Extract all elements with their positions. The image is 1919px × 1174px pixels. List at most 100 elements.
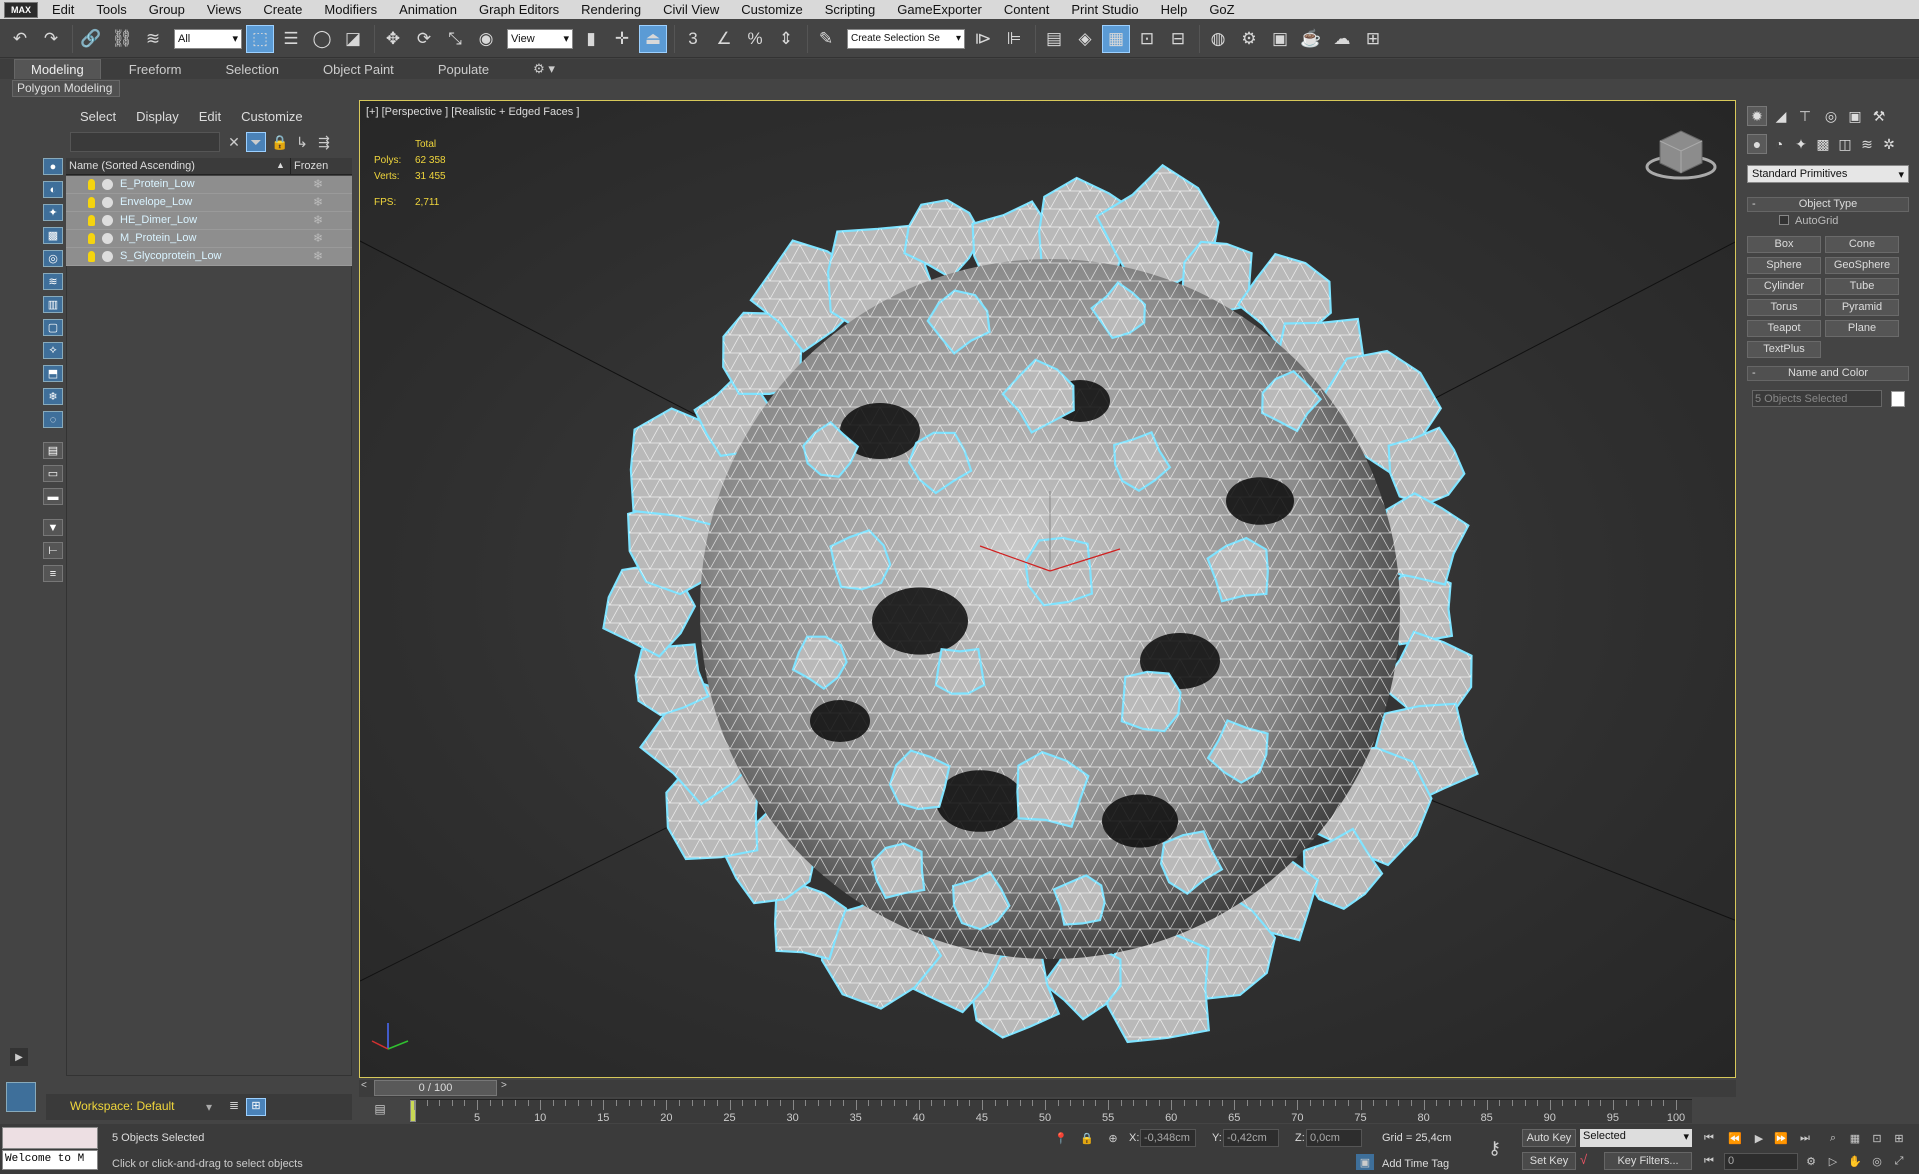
helpers-icon[interactable]: ◫	[1835, 134, 1855, 154]
time-configuration-icon[interactable]: ⚙	[1802, 1153, 1820, 1169]
filter-icon[interactable]: ▼	[43, 519, 63, 536]
frozen-snowflake-icon[interactable]: ❄	[313, 213, 323, 227]
material-editor-icon[interactable]: ◍	[1204, 25, 1232, 53]
menu-views[interactable]: Views	[207, 2, 241, 17]
spinner-snap-icon[interactable]: ⇕	[772, 25, 800, 53]
cameras-icon[interactable]: ▩	[1813, 134, 1833, 154]
explorer-menu-customize[interactable]: Customize	[241, 109, 302, 124]
display-shapes-icon[interactable]: ◐	[43, 181, 63, 198]
layers-icon[interactable]: ≡	[43, 565, 63, 582]
tab-populate[interactable]: Populate	[422, 60, 505, 79]
shapes-icon[interactable]: ◔	[1769, 134, 1789, 154]
frozen-snowflake-icon[interactable]: ❄	[313, 177, 323, 191]
display-bones-icon[interactable]: ⟡	[43, 342, 63, 359]
go-to-start-icon[interactable]: ⏮	[1700, 1130, 1718, 1146]
list-item[interactable]: Envelope_Low ❄	[66, 194, 352, 212]
torus-button[interactable]: Torus	[1747, 299, 1821, 316]
go-to-end-icon[interactable]: ⏭	[1796, 1130, 1814, 1146]
display-tab-icon[interactable]: ▣	[1845, 106, 1865, 126]
menu-animation[interactable]: Animation	[399, 2, 457, 17]
selection-filter-dropdown[interactable]: All ▾	[174, 28, 242, 49]
rendered-frame-window-icon[interactable]: ▣	[1266, 25, 1294, 53]
undo-icon[interactable]: ↶	[6, 25, 34, 53]
menu-modifiers[interactable]: Modifiers	[324, 2, 377, 17]
menu-tools[interactable]: Tools	[96, 2, 126, 17]
schematic-view-icon[interactable]: ⊟	[1164, 25, 1192, 53]
list-item[interactable]: S_Glycoprotein_Low ❄	[66, 248, 352, 266]
name-column-header[interactable]: Name (Sorted Ascending)	[69, 160, 195, 172]
object-type-rollout[interactable]: - Object Type	[1747, 197, 1909, 212]
perspective-viewport[interactable]: [+] [Perspective ] [Realistic + Edged Fa…	[359, 100, 1736, 1078]
maxscript-output[interactable]: Welcome to M	[2, 1150, 98, 1170]
current-frame-field[interactable]: 0	[1724, 1153, 1798, 1170]
add-time-tag-button[interactable]: Add Time Tag	[1382, 1158, 1449, 1170]
create-tab-icon[interactable]: ✹	[1747, 106, 1767, 126]
display-frozen-icon[interactable]: ❄	[43, 388, 63, 405]
viewport-layout-icon[interactable]	[6, 1082, 36, 1112]
edit-named-selection-icon[interactable]: ✎	[812, 25, 840, 53]
geometry-icon[interactable]: ●	[1747, 134, 1767, 154]
display-xrefs-icon[interactable]: ▢	[43, 319, 63, 336]
toggle-ribbon-icon[interactable]: ▦	[1102, 24, 1130, 53]
key-filters-button[interactable]: Key Filters...	[1604, 1152, 1692, 1170]
previous-key-icon[interactable]: ⏪	[1726, 1130, 1744, 1146]
box-button[interactable]: Box	[1747, 236, 1821, 253]
visibility-bulb-icon[interactable]	[88, 179, 95, 190]
bind-space-warp-icon[interactable]: ≋	[139, 25, 167, 53]
menu-goz[interactable]: GoZ	[1209, 2, 1234, 17]
select-manipulate-icon[interactable]: ✛	[608, 25, 636, 53]
display-cameras-icon[interactable]: ▩	[43, 227, 63, 244]
time-tag-icon[interactable]: ▣	[1356, 1154, 1374, 1170]
angle-snap-icon[interactable]: ∠	[710, 25, 738, 53]
lock-icon[interactable]: 🔒	[270, 132, 290, 152]
menu-graph-editors[interactable]: Graph Editors	[479, 2, 559, 17]
selection-region-icon[interactable]: ◯	[308, 25, 336, 53]
previous-frame-icon[interactable]: <	[361, 1080, 373, 1096]
modify-tab-icon[interactable]: ◢	[1771, 106, 1791, 126]
set-key-mode-icon[interactable]: ⚷	[1488, 1138, 1514, 1160]
mini-curve-editor-icon[interactable]: ▤	[370, 1102, 390, 1120]
sort-by-layer-icon[interactable]: ≣	[224, 1098, 244, 1116]
primitive-category-dropdown[interactable]: Standard Primitives ▾	[1747, 165, 1909, 183]
viewport-label[interactable]: [+] [Perspective ] [Realistic + Edged Fa…	[366, 106, 579, 118]
curve-editor-icon[interactable]: ⊡	[1133, 25, 1161, 53]
list-item[interactable]: M_Protein_Low ❄	[66, 230, 352, 248]
name-and-color-rollout[interactable]: - Name and Color	[1747, 366, 1909, 381]
autogrid-checkbox[interactable]: AutoGrid	[1779, 215, 1838, 227]
list-item[interactable]: HE_Dimer_Low ❄	[66, 212, 352, 230]
hierarchy-icon[interactable]: ⊢	[43, 542, 63, 559]
set-key-button[interactable]: Set Key	[1522, 1152, 1576, 1170]
select-object-icon[interactable]: ⬚	[246, 24, 274, 53]
menu-print-studio[interactable]: Print Studio	[1071, 2, 1138, 17]
reference-coordinate-dropdown[interactable]: View ▾	[507, 28, 573, 49]
key-mode-toggle-icon[interactable]: ⏮	[1700, 1153, 1718, 1169]
object-name-field[interactable]: 5 Objects Selected	[1752, 390, 1882, 407]
selection-lock-icon[interactable]: 🔒	[1078, 1130, 1096, 1146]
menu-help[interactable]: Help	[1161, 2, 1188, 17]
menu-group[interactable]: Group	[149, 2, 185, 17]
render-in-cloud-icon[interactable]: ☁	[1328, 25, 1356, 53]
zoom-icon[interactable]: ⌕	[1824, 1130, 1842, 1146]
frozen-column-header[interactable]: Frozen	[290, 158, 352, 175]
menu-edit[interactable]: Edit	[52, 2, 74, 17]
select-children-icon[interactable]: ⇶	[314, 132, 334, 152]
menu-gameexporter[interactable]: GameExporter	[897, 2, 982, 17]
orbit-icon[interactable]: ◎	[1868, 1153, 1886, 1169]
display-none-icon[interactable]: ▭	[43, 465, 63, 482]
visibility-bulb-icon[interactable]	[88, 215, 95, 226]
zoom-extents-all-icon[interactable]: ⊞	[1890, 1130, 1908, 1146]
pivot-center-icon[interactable]: ▮	[577, 25, 605, 53]
display-containers-icon[interactable]: ⬒	[43, 365, 63, 382]
place-icon[interactable]: ◉	[472, 25, 500, 53]
polygon-modeling-panel[interactable]: Polygon Modeling	[12, 80, 120, 97]
clear-search-icon[interactable]: ✕	[224, 132, 244, 152]
display-hidden-icon[interactable]: ◌	[43, 411, 63, 428]
space-warps-icon[interactable]: ≋	[1857, 134, 1877, 154]
pyramid-button[interactable]: Pyramid	[1825, 299, 1899, 316]
named-selection-sets-dropdown[interactable]: Create Selection Se ▾	[847, 28, 965, 49]
explorer-menu-select[interactable]: Select	[80, 109, 116, 124]
zoom-extents-icon[interactable]: ⊡	[1868, 1130, 1886, 1146]
visibility-bulb-icon[interactable]	[88, 251, 95, 262]
explorer-menu-edit[interactable]: Edit	[199, 109, 221, 124]
z-coordinate-field[interactable]: 0,0cm	[1306, 1129, 1362, 1147]
